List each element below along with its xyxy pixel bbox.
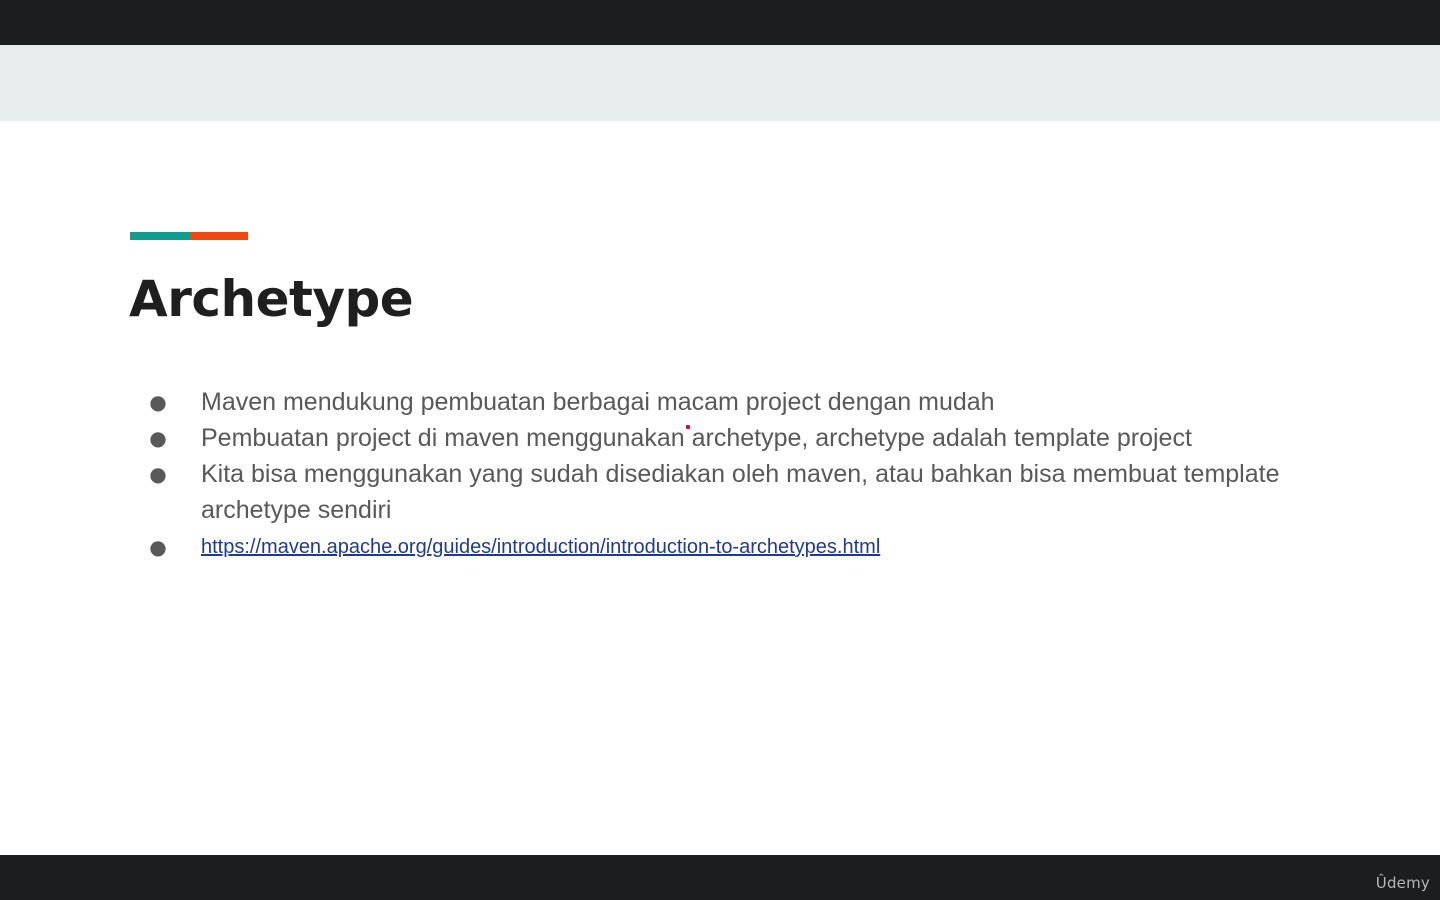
bullet-icon: ●: [149, 390, 167, 414]
bullet-item-link: ● https://maven.apache.org/guides/introd…: [148, 528, 1298, 566]
bullet-list: ● Maven mendukung pembuatan berbagai mac…: [148, 384, 1298, 566]
bullet-icon: ●: [149, 535, 167, 559]
bullet-text: Kita bisa menggunakan yang sudah disedia…: [201, 460, 1280, 524]
video-player[interactable]: Archetype ● Maven mendukung pembuatan be…: [0, 0, 1440, 900]
bullet-icon: ●: [149, 426, 167, 450]
laser-pointer-dot: [686, 425, 690, 429]
bullet-text: Pembuatan project di maven menggunakan a…: [201, 424, 1192, 452]
accent-bar-teal: [130, 232, 190, 240]
udemy-watermark: Ûdemy: [1375, 874, 1430, 892]
bullet-text: Maven mendukung pembuatan berbagai macam…: [201, 388, 995, 416]
accent-bar-orange: [190, 232, 248, 240]
slide-header-band: [0, 45, 1440, 121]
bullet-item: ● Maven mendukung pembuatan berbagai mac…: [148, 384, 1298, 420]
title-accent-bar: [130, 232, 248, 240]
bullet-item: ● Pembuatan project di maven menggunakan…: [148, 420, 1298, 456]
archetype-docs-link[interactable]: https://maven.apache.org/guides/introduc…: [201, 536, 880, 558]
slide: Archetype ● Maven mendukung pembuatan be…: [0, 45, 1440, 855]
bullet-item: ● Kita bisa menggunakan yang sudah dised…: [148, 456, 1298, 528]
slide-title: Archetype: [129, 270, 414, 328]
bullet-icon: ●: [149, 462, 167, 486]
